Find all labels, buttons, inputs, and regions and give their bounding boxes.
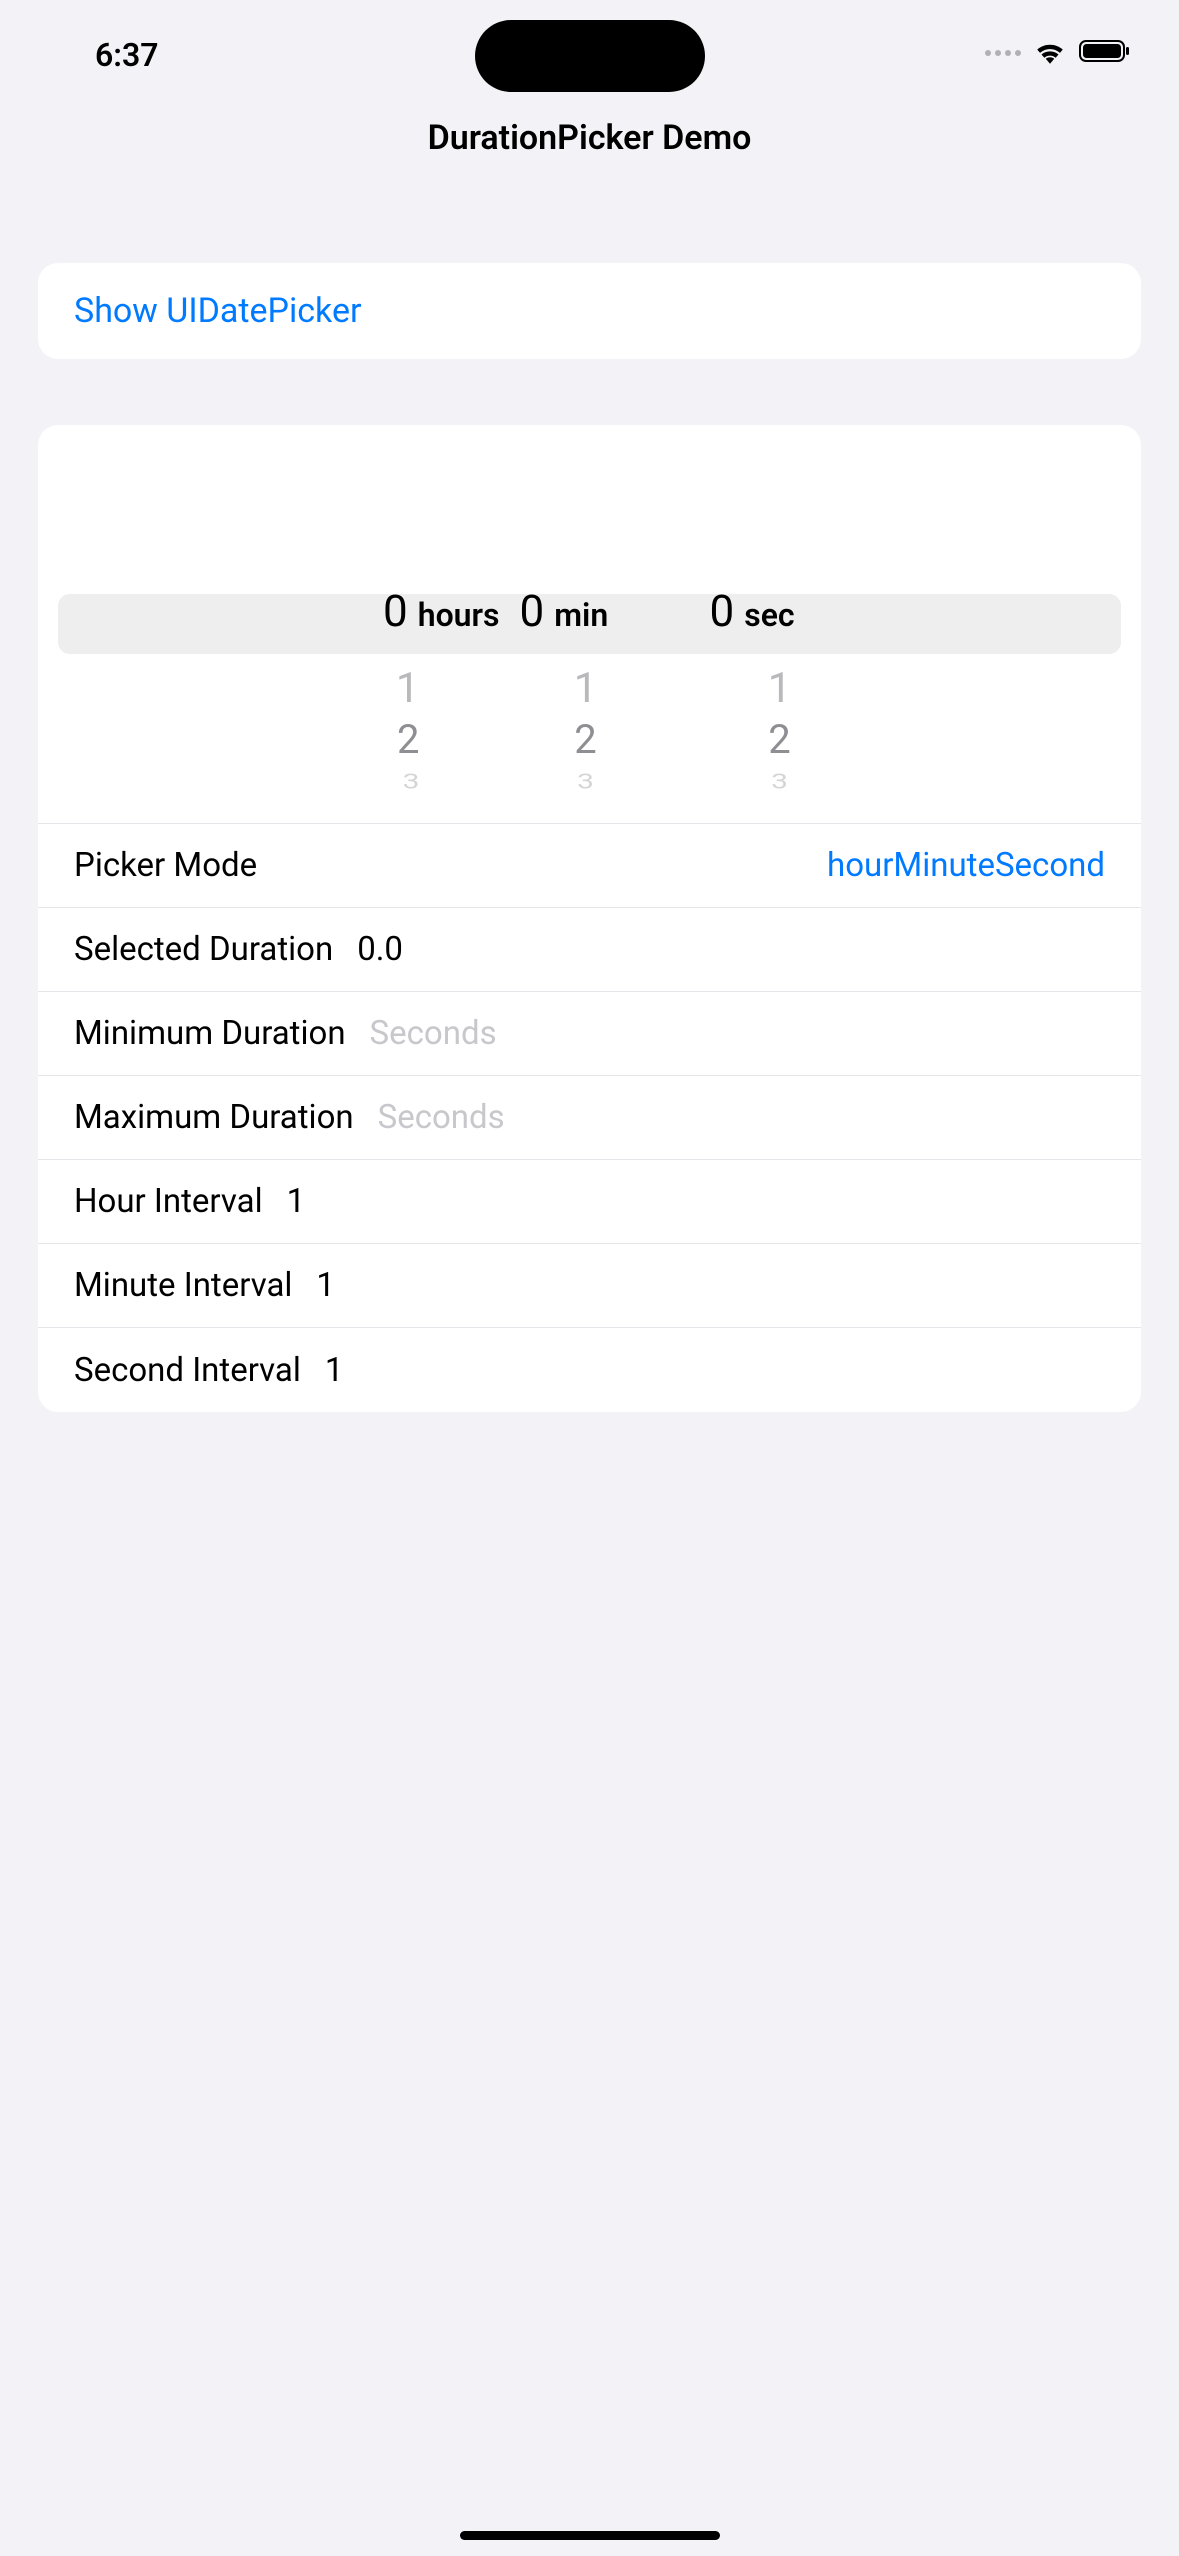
status-bar: 6:37	[0, 0, 1179, 100]
picker-column-seconds[interactable]: 0 sec 1 2 3	[700, 585, 900, 799]
dynamic-island	[475, 20, 705, 92]
value-minute-interval: 1	[316, 1266, 335, 1305]
page-title: DurationPicker Demo	[0, 118, 1179, 158]
label-maximum-duration: Maximum Duration	[74, 1098, 354, 1137]
row-minute-interval[interactable]: Minute Interval 1	[38, 1244, 1141, 1328]
wifi-icon	[1033, 38, 1067, 68]
input-minimum-duration[interactable]	[370, 1014, 1105, 1053]
label-selected-duration: Selected Duration	[74, 930, 333, 969]
picker-option: 2	[768, 715, 790, 765]
status-time: 6:37	[95, 36, 159, 74]
picker-option: 3	[577, 770, 594, 794]
label-picker-mode: Picker Mode	[74, 846, 257, 885]
picker-option: 1	[396, 663, 420, 715]
picker-seconds-unit: sec	[744, 596, 794, 634]
status-right	[985, 38, 1131, 68]
input-maximum-duration[interactable]	[378, 1098, 1105, 1137]
value-selected-duration: 0.0	[357, 930, 403, 969]
picker-option: 2	[574, 715, 596, 765]
picker-column-minutes[interactable]: 0 min 1 2 3	[520, 585, 700, 799]
row-picker-mode[interactable]: Picker Mode hourMinuteSecond	[38, 824, 1141, 908]
picker-column-hours[interactable]: 0 hours 1 2 3	[280, 585, 520, 799]
show-uidatepicker-button[interactable]: Show UIDatePicker	[74, 291, 362, 331]
value-hour-interval: 1	[287, 1182, 306, 1221]
row-selected-duration: Selected Duration 0.0	[38, 908, 1141, 992]
home-indicator[interactable]	[460, 2531, 720, 2540]
label-second-interval: Second Interval	[74, 1351, 301, 1390]
label-minimum-duration: Minimum Duration	[74, 1014, 346, 1053]
label-minute-interval: Minute Interval	[74, 1266, 292, 1305]
picker-seconds-value: 0	[710, 585, 735, 637]
battery-icon	[1079, 38, 1131, 68]
picker-option: 3	[771, 770, 788, 794]
duration-picker[interactable]: 0 hours 1 2 3 0 min 1 2 3	[38, 425, 1141, 823]
picker-option: 1	[574, 663, 598, 715]
cellular-dots-icon	[985, 50, 1021, 56]
picker-option: 2	[397, 715, 419, 765]
value-second-interval: 1	[325, 1351, 344, 1390]
row-minimum-duration[interactable]: Minimum Duration	[38, 992, 1141, 1076]
picker-minutes-value: 0	[520, 585, 545, 637]
row-second-interval[interactable]: Second Interval 1	[38, 1328, 1141, 1412]
row-hour-interval[interactable]: Hour Interval 1	[38, 1160, 1141, 1244]
picker-hours-unit: hours	[418, 596, 500, 634]
picker-option: 3	[403, 770, 420, 794]
value-picker-mode[interactable]: hourMinuteSecond	[827, 846, 1105, 885]
picker-option: 1	[768, 663, 792, 715]
duration-picker-card: 0 hours 1 2 3 0 min 1 2 3	[38, 425, 1141, 1412]
show-picker-card: Show UIDatePicker	[38, 263, 1141, 359]
picker-minutes-unit: min	[554, 596, 608, 634]
settings-list: Picker Mode hourMinuteSecond Selected Du…	[38, 823, 1141, 1412]
row-maximum-duration[interactable]: Maximum Duration	[38, 1076, 1141, 1160]
picker-hours-value: 0	[383, 585, 408, 637]
label-hour-interval: Hour Interval	[74, 1182, 263, 1221]
